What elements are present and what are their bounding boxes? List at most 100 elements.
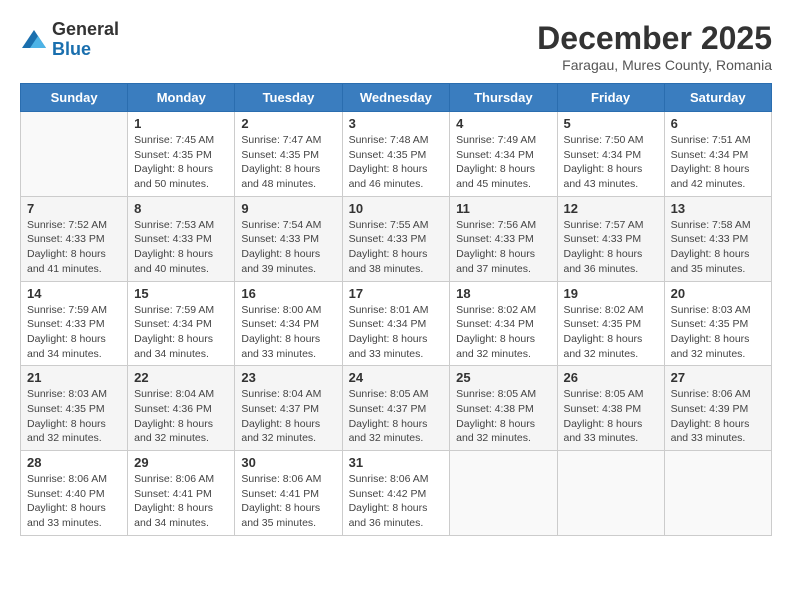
day-number: 7 [27, 201, 121, 216]
day-header-saturday: Saturday [664, 84, 771, 112]
day-number: 16 [241, 286, 335, 301]
logo: General Blue [20, 20, 119, 60]
day-number: 29 [134, 455, 228, 470]
calendar-cell: 7Sunrise: 7:52 AM Sunset: 4:33 PM Daylig… [21, 196, 128, 281]
calendar-cell: 17Sunrise: 8:01 AM Sunset: 4:34 PM Dayli… [342, 281, 450, 366]
calendar-table: SundayMondayTuesdayWednesdayThursdayFrid… [20, 83, 772, 536]
calendar-cell [450, 451, 557, 536]
day-number: 31 [349, 455, 444, 470]
day-header-tuesday: Tuesday [235, 84, 342, 112]
calendar-cell: 20 Sunrise: 8:03 AM Sunset: 4:35 PM Dayli… [664, 281, 771, 366]
calendar-week-4: 21 Sunrise: 8:03 AM Sunset: 4:35 PM Dayli… [21, 366, 772, 451]
logo-general: General [52, 20, 119, 40]
calendar-cell: 31 Sunrise: 8:06 AM Sunset: 4:42 PM Dayli… [342, 451, 450, 536]
calendar-cell: 14 Sunrise: 7:59 AM Sunset: 4:33 PM Dayli… [21, 281, 128, 366]
month-title: December 2025 [537, 20, 772, 57]
day-number: 19 [564, 286, 658, 301]
day-info: Sunrise: 7:49 AM Sunset: 4:34 PM Dayligh… [456, 133, 550, 192]
calendar-header-row: SundayMondayTuesdayWednesdayThursdayFrid… [21, 84, 772, 112]
day-number: 4 [456, 116, 550, 131]
day-info: Sunrise: 7:53 AM Sunset: 4:33 PM Dayligh… [134, 218, 228, 277]
day-number: 6 [671, 116, 765, 131]
day-number: 20 [671, 286, 765, 301]
calendar-cell: 19Sunrise: 8:02 AM Sunset: 4:35 PM Dayli… [557, 281, 664, 366]
day-number: 17 [349, 286, 444, 301]
day-info: Sunrise: 8:04 AM Sunset: 4:37 PM Dayligh… [241, 387, 335, 446]
calendar-cell: 3Sunrise: 7:48 AM Sunset: 4:35 PM Daylig… [342, 112, 450, 197]
calendar-cell: 1Sunrise: 7:45 AM Sunset: 4:35 PM Daylig… [128, 112, 235, 197]
day-info: Sunrise: 8:05 AM Sunset: 4:37 PM Dayligh… [349, 387, 444, 446]
calendar-cell: 5Sunrise: 7:50 AM Sunset: 4:34 PM Daylig… [557, 112, 664, 197]
calendar-body: 1Sunrise: 7:45 AM Sunset: 4:35 PM Daylig… [21, 112, 772, 536]
day-info: Sunrise: 8:06 AM Sunset: 4:39 PM Dayligh… [671, 387, 765, 446]
day-number: 26 [564, 370, 658, 385]
day-info: Sunrise: 8:05 AM Sunset: 4:38 PM Dayligh… [564, 387, 658, 446]
day-info: Sunrise: 8:05 AM Sunset: 4:38 PM Dayligh… [456, 387, 550, 446]
calendar-cell: 22Sunrise: 8:04 AM Sunset: 4:36 PM Dayli… [128, 366, 235, 451]
calendar-cell: 16 Sunrise: 8:00 AM Sunset: 4:34 PM Dayli… [235, 281, 342, 366]
day-number: 13 [671, 201, 765, 216]
day-header-monday: Monday [128, 84, 235, 112]
calendar-cell: 26 Sunrise: 8:05 AM Sunset: 4:38 PM Dayli… [557, 366, 664, 451]
calendar-cell: 21 Sunrise: 8:03 AM Sunset: 4:35 PM Dayli… [21, 366, 128, 451]
day-info: Sunrise: 8:02 AM Sunset: 4:34 PM Dayligh… [456, 303, 550, 362]
day-info: Sunrise: 7:55 AM Sunset: 4:33 PM Dayligh… [349, 218, 444, 277]
calendar-cell: 30 Sunrise: 8:06 AM Sunset: 4:41 PM Dayli… [235, 451, 342, 536]
calendar-cell: 28Sunrise: 8:06 AM Sunset: 4:40 PM Dayli… [21, 451, 128, 536]
calendar-cell: 27 Sunrise: 8:06 AM Sunset: 4:39 PM Dayli… [664, 366, 771, 451]
calendar-cell: 8 Sunrise: 7:53 AM Sunset: 4:33 PM Daylig… [128, 196, 235, 281]
day-number: 27 [671, 370, 765, 385]
day-header-thursday: Thursday [450, 84, 557, 112]
day-number: 24 [349, 370, 444, 385]
day-number: 30 [241, 455, 335, 470]
calendar-cell: 24 Sunrise: 8:05 AM Sunset: 4:37 PM Dayli… [342, 366, 450, 451]
calendar-cell [21, 112, 128, 197]
day-info: Sunrise: 8:06 AM Sunset: 4:40 PM Dayligh… [27, 472, 121, 531]
day-info: Sunrise: 8:06 AM Sunset: 4:42 PM Dayligh… [349, 472, 444, 531]
day-header-wednesday: Wednesday [342, 84, 450, 112]
day-info: Sunrise: 8:00 AM Sunset: 4:34 PM Dayligh… [241, 303, 335, 362]
day-number: 18 [456, 286, 550, 301]
logo-blue: Blue [52, 40, 119, 60]
day-info: Sunrise: 7:57 AM Sunset: 4:33 PM Dayligh… [564, 218, 658, 277]
calendar-week-2: 7Sunrise: 7:52 AM Sunset: 4:33 PM Daylig… [21, 196, 772, 281]
day-info: Sunrise: 7:50 AM Sunset: 4:34 PM Dayligh… [564, 133, 658, 192]
day-number: 25 [456, 370, 550, 385]
calendar-cell: 18 Sunrise: 8:02 AM Sunset: 4:34 PM Dayli… [450, 281, 557, 366]
day-number: 8 [134, 201, 228, 216]
day-header-sunday: Sunday [21, 84, 128, 112]
day-info: Sunrise: 7:51 AM Sunset: 4:34 PM Dayligh… [671, 133, 765, 192]
day-number: 1 [134, 116, 228, 131]
calendar-cell: 10Sunrise: 7:55 AM Sunset: 4:33 PM Dayli… [342, 196, 450, 281]
logo-text: General Blue [52, 20, 119, 60]
calendar-cell: 6 Sunrise: 7:51 AM Sunset: 4:34 PM Daylig… [664, 112, 771, 197]
calendar-cell: 29 Sunrise: 8:06 AM Sunset: 4:41 PM Dayli… [128, 451, 235, 536]
day-info: Sunrise: 7:58 AM Sunset: 4:33 PM Dayligh… [671, 218, 765, 277]
day-info: Sunrise: 7:59 AM Sunset: 4:34 PM Dayligh… [134, 303, 228, 362]
day-info: Sunrise: 8:03 AM Sunset: 4:35 PM Dayligh… [27, 387, 121, 446]
day-number: 12 [564, 201, 658, 216]
day-info: Sunrise: 7:47 AM Sunset: 4:35 PM Dayligh… [241, 133, 335, 192]
calendar-week-3: 14 Sunrise: 7:59 AM Sunset: 4:33 PM Dayli… [21, 281, 772, 366]
title-section: December 2025 Faragau, Mures County, Rom… [537, 20, 772, 73]
day-info: Sunrise: 7:59 AM Sunset: 4:33 PM Dayligh… [27, 303, 121, 362]
day-number: 21 [27, 370, 121, 385]
calendar-cell: 9Sunrise: 7:54 AM Sunset: 4:33 PM Daylig… [235, 196, 342, 281]
calendar-cell [557, 451, 664, 536]
calendar-cell: 23Sunrise: 8:04 AM Sunset: 4:37 PM Dayli… [235, 366, 342, 451]
page-header: General Blue December 2025 Faragau, Mure… [20, 20, 772, 73]
calendar-week-1: 1Sunrise: 7:45 AM Sunset: 4:35 PM Daylig… [21, 112, 772, 197]
day-header-friday: Friday [557, 84, 664, 112]
location-subtitle: Faragau, Mures County, Romania [537, 57, 772, 73]
calendar-cell: 15Sunrise: 7:59 AM Sunset: 4:34 PM Dayli… [128, 281, 235, 366]
day-number: 11 [456, 201, 550, 216]
logo-icon [20, 26, 48, 54]
calendar-cell: 2Sunrise: 7:47 AM Sunset: 4:35 PM Daylig… [235, 112, 342, 197]
day-info: Sunrise: 8:06 AM Sunset: 4:41 PM Dayligh… [134, 472, 228, 531]
calendar-cell: 11 Sunrise: 7:56 AM Sunset: 4:33 PM Dayli… [450, 196, 557, 281]
day-info: Sunrise: 8:03 AM Sunset: 4:35 PM Dayligh… [671, 303, 765, 362]
day-number: 9 [241, 201, 335, 216]
day-info: Sunrise: 8:06 AM Sunset: 4:41 PM Dayligh… [241, 472, 335, 531]
day-number: 14 [27, 286, 121, 301]
day-info: Sunrise: 7:56 AM Sunset: 4:33 PM Dayligh… [456, 218, 550, 277]
